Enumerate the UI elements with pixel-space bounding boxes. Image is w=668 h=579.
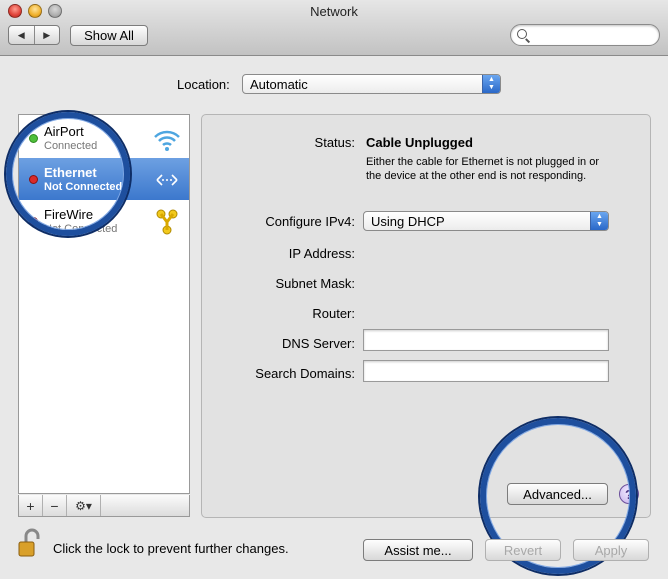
search-domains-label: Search Domains: (255, 366, 355, 381)
sidebar-controls: + − ⚙▾ (18, 495, 190, 517)
revert-button[interactable]: Revert (485, 539, 561, 561)
ip-address-label: IP Address: (288, 246, 355, 261)
forward-button[interactable]: ▶ (33, 26, 60, 44)
ethernet-icon (156, 174, 178, 186)
subnet-mask-label: Subnet Mask: (275, 276, 356, 291)
popup-arrows-icon: ▲ ▼ (482, 75, 500, 93)
configure-ipv4-popup[interactable]: Using DHCP ▲ ▼ (363, 211, 609, 231)
gear-menu-button[interactable]: ⚙▾ (67, 495, 101, 516)
assist-me-button[interactable]: Assist me... (363, 539, 473, 561)
title-bar: Network ◀ ▶ Show All (0, 0, 668, 56)
popup-arrows-icon: ▲ ▼ (590, 212, 608, 230)
show-all-button[interactable]: Show All (70, 25, 148, 46)
back-button[interactable]: ◀ (9, 26, 34, 44)
firewire-icon (156, 209, 178, 235)
configure-ipv4-label: Configure IPv4: (265, 214, 355, 229)
status-description: Either the cable for Ethernet is not plu… (366, 156, 599, 182)
remove-service-button[interactable]: − (43, 495, 67, 516)
router-label: Router: (312, 306, 355, 321)
lock-icon[interactable] (18, 528, 42, 558)
apply-button[interactable]: Apply (573, 539, 649, 561)
lock-message: Click the lock to prevent further change… (53, 541, 289, 556)
dns-server-label: DNS Server: (282, 336, 355, 351)
navigation-group: ◀ ▶ (8, 25, 60, 45)
dns-server-field[interactable] (363, 329, 609, 351)
add-service-button[interactable]: + (19, 495, 43, 516)
window-title: Network (310, 4, 358, 19)
search-domains-field[interactable] (363, 360, 609, 382)
location-popup[interactable]: Automatic ▲ ▼ (242, 74, 501, 94)
magnifier-ring (6, 112, 130, 236)
search-icon (517, 29, 527, 39)
wifi-icon (154, 130, 180, 151)
location-label: Location: (177, 77, 230, 92)
configure-ipv4-value: Using DHCP (371, 213, 445, 229)
search-field[interactable] (510, 24, 660, 46)
status-value: Cable Unplugged (366, 135, 473, 150)
location-value: Automatic (250, 76, 308, 92)
status-label: Status: (314, 135, 355, 150)
